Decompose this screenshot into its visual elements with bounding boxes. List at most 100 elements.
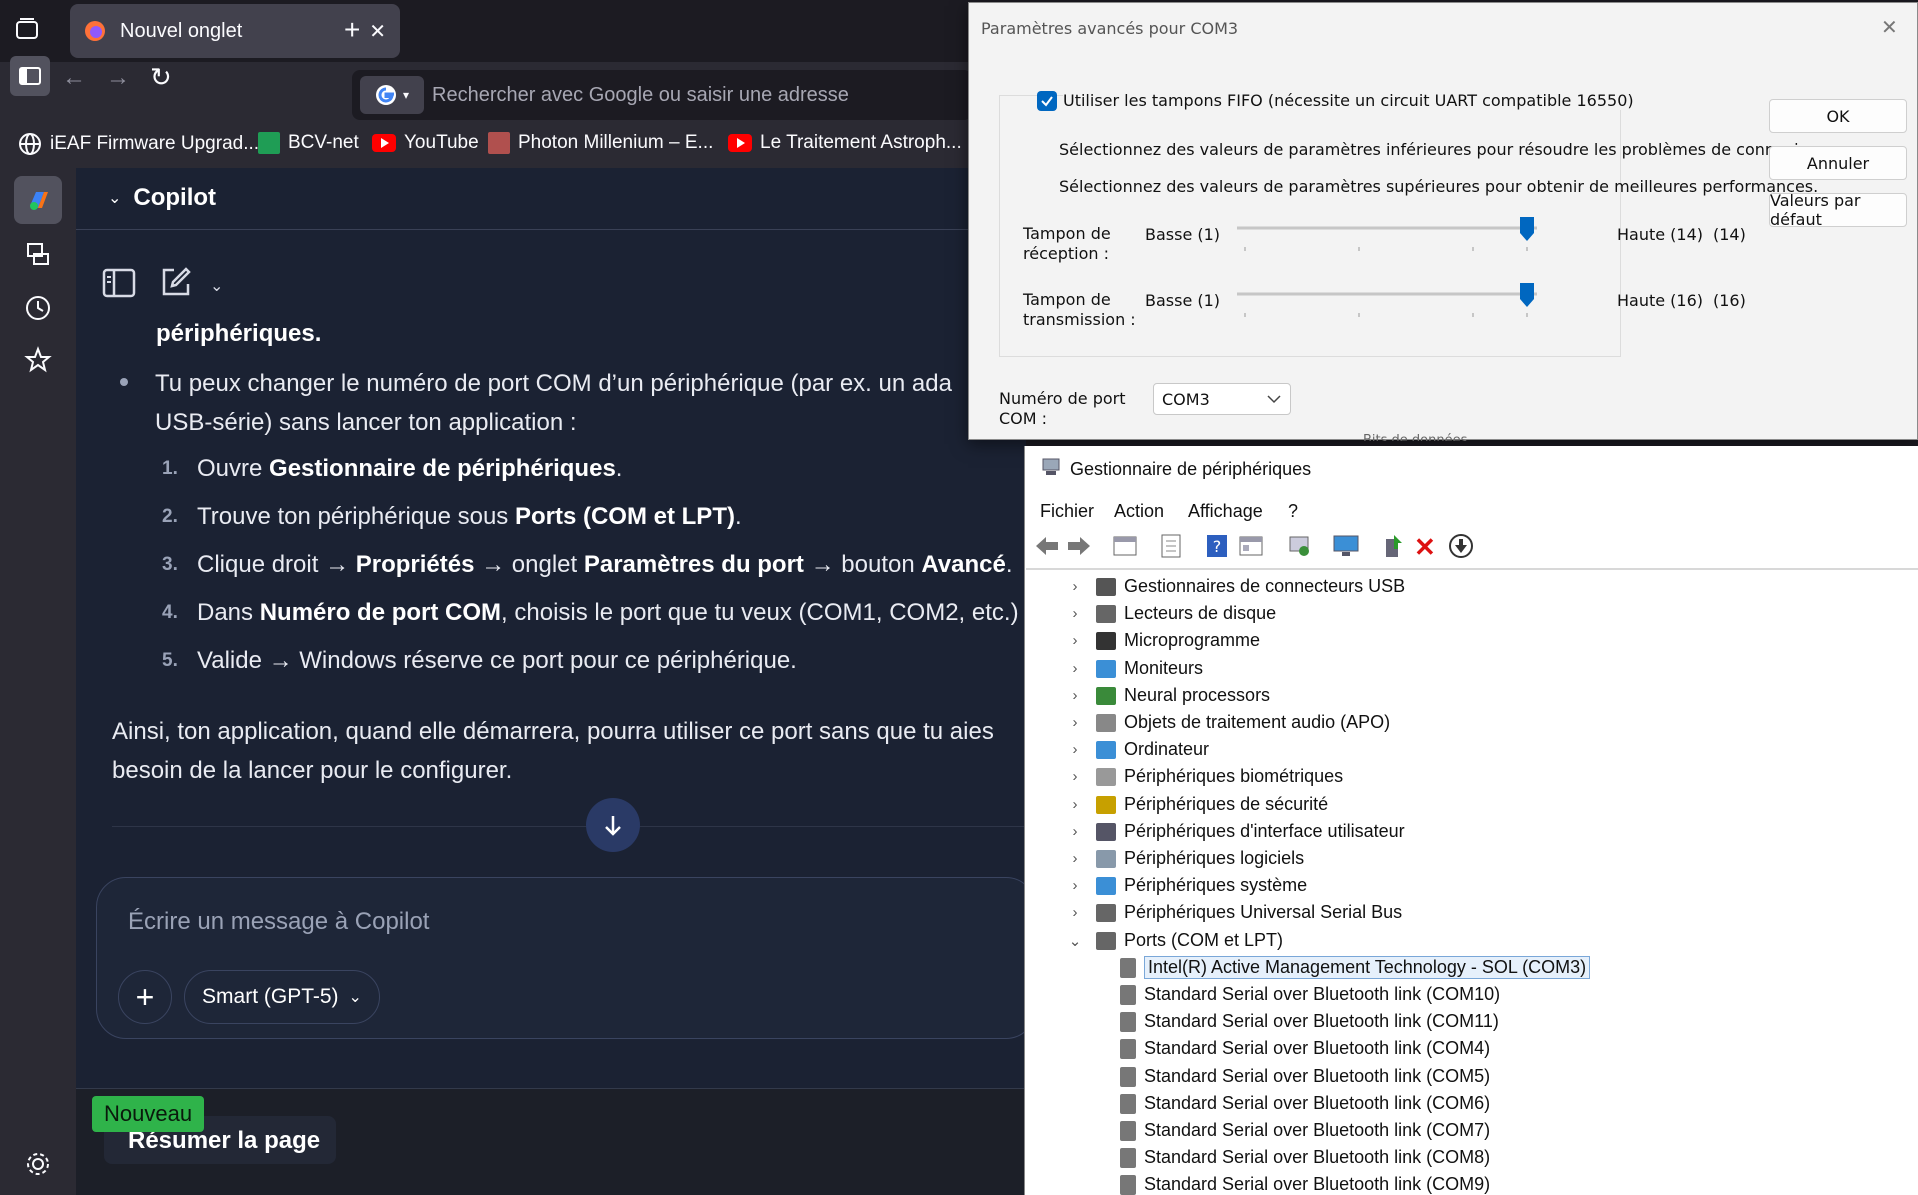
- port-device[interactable]: Standard Serial over Bluetooth link (COM…: [1120, 1063, 1490, 1090]
- device-category[interactable]: › Moniteurs: [1066, 655, 1204, 682]
- port-device[interactable]: Standard Serial over Bluetooth link (COM…: [1120, 1144, 1490, 1171]
- bookmark-traitement[interactable]: Le Traitement Astroph...: [728, 132, 962, 154]
- device-category[interactable]: › Périphériques système: [1066, 872, 1308, 899]
- chevron-right-icon[interactable]: ›: [1066, 877, 1084, 894]
- step-bold-text: Paramètres du port: [583, 551, 804, 578]
- rx-value: (14): [1713, 225, 1746, 244]
- help-icon[interactable]: ?: [1204, 533, 1230, 559]
- copilot-icon[interactable]: [14, 176, 62, 224]
- checkmark-icon: [1040, 94, 1054, 108]
- step-text: Valide → Windows réserve ce port pour ce…: [197, 637, 797, 685]
- fifo-checkbox[interactable]: [1037, 91, 1057, 111]
- tx-buffer-slider[interactable]: [1237, 281, 1537, 317]
- menu-view[interactable]: Affichage: [1188, 501, 1263, 522]
- menu-help[interactable]: ?: [1288, 501, 1298, 522]
- view-icon[interactable]: [1238, 533, 1264, 559]
- chevron-down-icon: [1266, 394, 1282, 404]
- chevron-down-icon: ▾: [402, 88, 410, 102]
- back-icon[interactable]: ←: [62, 64, 86, 92]
- chevron-right-icon[interactable]: ›: [1066, 605, 1084, 622]
- model-selector[interactable]: Smart (GPT-5) ⌄: [184, 970, 380, 1024]
- clock-icon[interactable]: [24, 294, 52, 322]
- back-arrow-icon[interactable]: [1034, 534, 1060, 558]
- sidebar-toggle-icon[interactable]: [10, 56, 50, 96]
- tx-low-label: Basse (1): [1145, 291, 1221, 310]
- restore-defaults-button[interactable]: Valeurs par défaut: [1769, 191, 1907, 229]
- star-icon[interactable]: [24, 346, 52, 374]
- bookmark-youtube[interactable]: YouTube: [372, 132, 479, 154]
- copilot-title-toggle[interactable]: ⌄ Copilot: [108, 184, 216, 212]
- history-panel-icon[interactable]: [24, 240, 52, 268]
- serial-port-icon: [1120, 984, 1136, 1005]
- chevron-down-icon[interactable]: ⌄: [210, 276, 223, 296]
- composer-placeholder: Écrire un message à Copilot: [128, 908, 430, 935]
- conclusion-line1: Ainsi, ton application, quand elle démar…: [112, 718, 994, 745]
- device-category[interactable]: › Périphériques logiciels: [1066, 845, 1305, 872]
- chevron-right-icon[interactable]: ›: [1066, 714, 1084, 731]
- bookmark-photon[interactable]: Photon Millenium – E...: [488, 132, 713, 154]
- port-device[interactable]: Standard Serial over Bluetooth link (COM…: [1120, 1035, 1490, 1062]
- forward-arrow-icon[interactable]: [1066, 534, 1092, 558]
- device-category-icon: [1096, 631, 1116, 650]
- chevron-down-icon[interactable]: ⌄: [1066, 932, 1084, 950]
- device-category[interactable]: › Objets de traitement audio (APO): [1066, 709, 1391, 736]
- device-category[interactable]: ⌄ Ports (COM et LPT): [1066, 927, 1283, 954]
- chevron-right-icon[interactable]: ›: [1066, 687, 1084, 704]
- device-category[interactable]: › Gestionnaires de connecteurs USB: [1066, 573, 1406, 600]
- cancel-button[interactable]: Annuler: [1769, 146, 1907, 180]
- scan-hardware-icon[interactable]: [1286, 533, 1312, 559]
- show-hide-console-icon[interactable]: [1112, 533, 1138, 559]
- scroll-down-button[interactable]: [586, 798, 640, 852]
- bookmark-bcv[interactable]: BCV-net: [258, 132, 359, 154]
- monitor-icon[interactable]: [1332, 533, 1360, 559]
- port-device[interactable]: Standard Serial over Bluetooth link (COM…: [1120, 1008, 1499, 1035]
- device-category[interactable]: › Périphériques biométriques: [1066, 763, 1344, 790]
- port-device[interactable]: Standard Serial over Bluetooth link (COM…: [1120, 1090, 1490, 1117]
- download-update-icon[interactable]: [1448, 533, 1474, 559]
- chevron-right-icon[interactable]: ›: [1066, 850, 1084, 867]
- chevron-right-icon[interactable]: ›: [1066, 823, 1084, 840]
- device-category[interactable]: › Périphériques de sécurité: [1066, 791, 1329, 818]
- device-category[interactable]: › Microprogramme: [1066, 627, 1261, 654]
- port-device[interactable]: Standard Serial over Bluetooth link (COM…: [1120, 981, 1500, 1008]
- chevron-right-icon[interactable]: ›: [1066, 632, 1084, 649]
- settings-gear-icon[interactable]: [24, 1150, 52, 1178]
- sidebar-layout-icon[interactable]: [102, 268, 136, 298]
- svg-text:?: ?: [1213, 537, 1222, 556]
- bookmark-ieaf[interactable]: iEAF Firmware Upgrad...: [18, 132, 259, 156]
- close-tab-icon[interactable]: ✕: [369, 19, 386, 44]
- port-device[interactable]: Intel(R) Active Management Technology - …: [1120, 954, 1591, 981]
- rx-buffer-slider[interactable]: [1237, 215, 1537, 251]
- port-device[interactable]: Standard Serial over Bluetooth link (COM…: [1120, 1117, 1490, 1144]
- tab-list-icon[interactable]: [14, 16, 40, 42]
- uninstall-x-icon[interactable]: ✕: [1414, 532, 1436, 563]
- dialog-close-icon[interactable]: ✕: [1881, 15, 1898, 40]
- menu-action[interactable]: Action: [1114, 501, 1164, 522]
- chevron-right-icon[interactable]: ›: [1066, 741, 1084, 758]
- chevron-right-icon[interactable]: ›: [1066, 578, 1084, 595]
- chevron-right-icon[interactable]: ›: [1066, 904, 1084, 921]
- serial-port-icon: [1120, 1174, 1136, 1195]
- new-tab-icon[interactable]: +: [344, 14, 360, 46]
- add-driver-icon[interactable]: [1382, 533, 1406, 559]
- device-category[interactable]: › Neural processors: [1066, 682, 1271, 709]
- chevron-right-icon[interactable]: ›: [1066, 768, 1084, 785]
- device-category[interactable]: › Ordinateur: [1066, 736, 1210, 763]
- ok-button[interactable]: OK: [1769, 99, 1907, 133]
- add-attachment-button[interactable]: +: [118, 970, 172, 1024]
- forward-icon[interactable]: →: [106, 64, 130, 92]
- reload-icon[interactable]: ↻: [150, 62, 172, 93]
- device-category[interactable]: › Périphériques Universal Serial Bus: [1066, 899, 1403, 926]
- search-engine-button[interactable]: ▾: [360, 76, 424, 114]
- device-category[interactable]: › Périphériques d'interface utilisateur: [1066, 818, 1405, 845]
- chevron-right-icon[interactable]: ›: [1066, 660, 1084, 677]
- properties-icon[interactable]: [1158, 533, 1184, 559]
- port-number-select[interactable]: COM3: [1153, 383, 1291, 415]
- new-chat-edit-icon[interactable]: [160, 266, 192, 298]
- port-device[interactable]: Standard Serial over Bluetooth link (COM…: [1120, 1171, 1490, 1195]
- address-placeholder: Rechercher avec Google ou saisir une adr…: [432, 84, 849, 106]
- chevron-right-icon[interactable]: ›: [1066, 796, 1084, 813]
- port-device-label: Standard Serial over Bluetooth link (COM…: [1144, 1174, 1491, 1194]
- menu-file[interactable]: Fichier: [1040, 501, 1094, 522]
- device-category[interactable]: › Lecteurs de disque: [1066, 600, 1277, 627]
